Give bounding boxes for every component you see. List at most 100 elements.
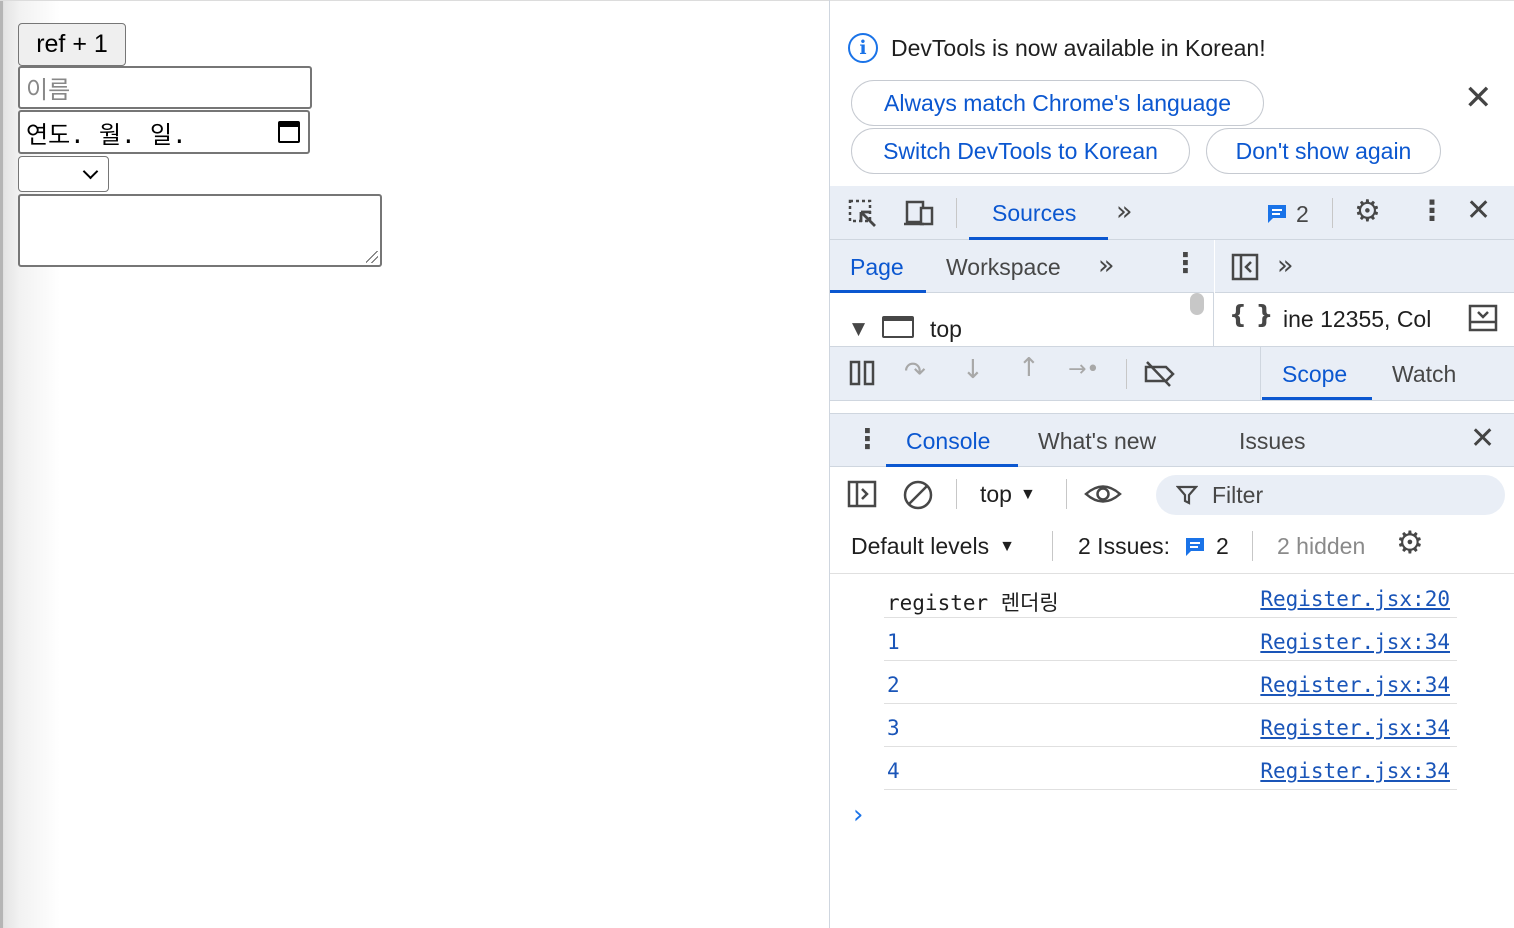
toolbar-divider [1052,531,1053,561]
live-expression-eye-icon[interactable] [1084,479,1122,509]
page-edge [0,1,3,928]
always-match-language-label: Always match Chrome's language [884,89,1231,116]
filter-placeholder: Filter [1212,481,1264,508]
dropdown-triangle-icon: ▼ [1019,485,1036,503]
resize-handle-icon[interactable] [366,251,378,263]
infobar-text: DevTools is now available in Korean! [891,34,1266,61]
close-drawer-icon[interactable]: ✕ [1470,424,1495,454]
birth-date-input[interactable]: 연도. 월. 일. [18,110,310,154]
date-placeholder: 연도. 월. 일. [26,120,187,149]
always-match-language-button[interactable]: Always match Chrome's language [851,80,1264,126]
dont-show-again-label: Don't show again [1235,137,1412,164]
more-tabs-chevron-icon[interactable]: » [1116,196,1133,227]
dont-show-again-button[interactable]: Don't show again [1206,128,1441,174]
tab-issues[interactable]: Issues [1239,428,1305,455]
console-sidebar-icon[interactable] [847,480,877,508]
tab-console[interactable]: Console [906,428,990,455]
settings-gear-icon[interactable]: ⚙ [1354,194,1381,229]
navigator-scrollbar[interactable] [1190,293,1204,315]
clear-console-icon[interactable] [902,479,934,511]
issues-count: 2 [1216,533,1229,559]
name-input[interactable]: 이름 [18,66,312,109]
device-toggle-icon[interactable] [902,198,936,230]
console-settings-gear-icon[interactable]: ⚙ [1396,525,1424,561]
pretty-print-icon[interactable]: { } [1229,300,1273,329]
debugger-toolbar: ↷ ↓ ↑ →• Scope Watch [830,346,1514,401]
cursor-position-status: ine 12355, Col [1283,306,1432,332]
console-source-link[interactable]: Register.jsx:34 [1260,630,1450,654]
tab-watch[interactable]: Watch [1392,361,1456,388]
country-select[interactable] [18,156,109,192]
more-editor-tabs-icon[interactable]: » [1277,250,1294,281]
context-selector[interactable]: top ▼ [980,481,1036,508]
console-message-row: 3 Register.jsx:34 [884,704,1457,747]
language-infobar: i DevTools is now available in Korean! A… [830,0,1514,186]
frame-icon [882,316,914,338]
console-message-number: 2 [887,673,900,697]
issues-counter[interactable]: 2 Issues: 2 [1078,533,1229,560]
switch-to-korean-button[interactable]: Switch DevTools to Korean [851,128,1190,174]
filter-icon [1176,485,1198,505]
tab-whats-new[interactable]: What's new [1038,428,1156,455]
tab-scope[interactable]: Scope [1282,361,1347,388]
drawer-tabbar: ⋮ Console What's new Issues ✕ [830,413,1514,467]
switch-to-korean-label: Switch DevTools to Korean [883,137,1158,164]
log-levels-dropdown[interactable]: Default levels ▼ [851,533,1015,560]
more-navigator-tabs-icon[interactable]: » [1098,250,1115,281]
step-over-icon[interactable]: ↷ [904,357,926,387]
console-message-row: 1 Register.jsx:34 [884,618,1457,661]
step-out-icon[interactable]: ↑ [1018,353,1040,383]
console-prompt-chevron-icon[interactable]: › [853,800,863,830]
console-message-row: 4 Register.jsx:34 [884,747,1457,790]
calendar-icon[interactable] [278,121,300,143]
console-filter-input[interactable]: Filter [1156,475,1505,515]
tree-expand-triangle-icon[interactable]: ▼ [852,319,865,339]
devtools-panel: i DevTools is now available in Korean! A… [829,0,1514,928]
toolbar-divider [956,479,957,509]
more-options-icon[interactable]: ⋮ [1418,194,1446,227]
pause-icon[interactable] [848,360,876,386]
page-viewport: ref + 1 이름 연도. 월. 일. [0,0,829,928]
console-source-link[interactable]: Register.jsx:34 [1260,673,1450,697]
pane-divider [1260,347,1261,401]
toggle-navigator-icon[interactable] [1231,253,1259,281]
toggle-debugger-sidebar-icon[interactable] [1468,304,1498,332]
deactivate-breakpoints-icon[interactable] [1142,359,1176,389]
messages-icon[interactable] [1266,203,1288,225]
close-devtools-icon[interactable]: ✕ [1466,196,1491,226]
console-message-number: 3 [887,716,900,740]
console-message-row: register 렌더링 Register.jsx:20 [884,575,1457,618]
chevron-down-icon [82,163,99,180]
step-into-icon[interactable]: ↓ [962,355,984,385]
infobar-close-icon[interactable]: ✕ [1464,81,1493,115]
tree-item-top[interactable]: top [930,316,962,343]
console-message-text: register 렌더링 [887,591,1059,615]
console-source-link[interactable]: Register.jsx:34 [1260,759,1450,783]
toolbar-divider [1066,479,1067,509]
tab-workspace[interactable]: Workspace [946,254,1061,281]
console-toolbar: top ▼ Filter Default levels ▼ 2 Issues: [830,467,1514,574]
name-placeholder: 이름 [26,76,71,104]
ref-plus-one-button[interactable]: ref + 1 [18,23,126,66]
sources-navigator: Page Workspace » ⋮ ▼ top [830,240,1214,346]
editor-tabs: » [1215,240,1514,293]
log-levels-label: Default levels [851,533,990,559]
toolbar-divider [1332,198,1333,228]
issues-message-icon [1186,537,1205,556]
console-source-link[interactable]: Register.jsx:20 [1260,587,1450,611]
bio-textarea[interactable] [18,194,382,267]
messages-count: 2 [1296,201,1309,227]
sources-editor: » { } ine 12355, Col [1215,240,1514,346]
toolbar-divider [956,198,957,228]
context-value: top [980,481,1012,507]
toolbar-divider [1126,359,1127,389]
dropdown-triangle-icon: ▼ [999,537,1015,555]
navigator-menu-icon[interactable]: ⋮ [1172,248,1199,279]
step-icon[interactable]: →• [1068,357,1099,382]
tab-sources[interactable]: Sources [992,200,1076,227]
console-source-link[interactable]: Register.jsx:34 [1260,716,1450,740]
inspect-element-icon[interactable] [847,198,879,230]
issues-label: 2 Issues: [1078,533,1171,559]
tab-page[interactable]: Page [850,254,904,281]
drawer-menu-icon[interactable]: ⋮ [854,424,881,455]
